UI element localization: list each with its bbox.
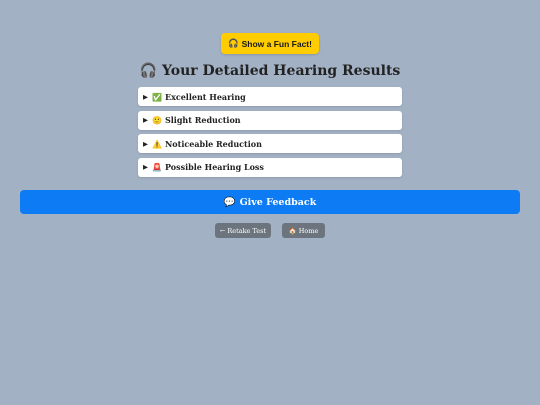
fun-fact-button-label: Show a Fun Fact!: [241, 38, 312, 49]
siren-icon: 🚨: [152, 162, 162, 172]
home-button-label: Home: [298, 226, 319, 235]
page-title: 🎧 Your Detailed Hearing Results: [0, 62, 540, 80]
result-item-noticeable-reduction[interactable]: ▶ ⚠️ Noticeable Reduction: [138, 134, 402, 153]
expand-arrow-icon: ▶: [143, 92, 148, 101]
headphones-icon: 🎧: [228, 38, 239, 48]
check-mark-icon: ✅: [152, 91, 162, 102]
result-item-label: Slight Reduction: [164, 115, 241, 125]
speech-bubble-icon: 💬: [223, 196, 236, 208]
result-item-slight-reduction[interactable]: ▶ 🙂 Slight Reduction: [138, 110, 402, 130]
expand-arrow-icon: ▶: [143, 139, 148, 148]
arrow-left-icon: ←: [219, 226, 226, 235]
result-item-label: Excellent Hearing: [164, 91, 246, 102]
warning-icon: ⚠️: [152, 138, 162, 149]
feedback-button-label: Give Feedback: [239, 196, 317, 208]
show-fun-fact-button[interactable]: 🎧 Show a Fun Fact!: [221, 33, 319, 54]
result-item-excellent-hearing[interactable]: ▶ ✅ Excellent Hearing: [138, 87, 402, 106]
expand-arrow-icon: ▶: [143, 116, 148, 124]
page-title-text: Your Detailed Hearing Results: [161, 63, 401, 79]
slight-smile-icon: 🙂: [152, 115, 162, 125]
headphones-icon: 🎧: [139, 63, 158, 79]
home-button[interactable]: 🏠 Home: [282, 223, 325, 238]
retake-button-label: Retake Test: [227, 226, 267, 235]
results-list: ▶ ✅ Excellent Hearing ▶ 🙂 Slight Reducti…: [138, 87, 402, 181]
result-item-label: Noticeable Reduction: [164, 138, 262, 149]
result-item-possible-hearing-loss[interactable]: ▶ 🚨 Possible Hearing Loss: [138, 157, 402, 177]
house-icon: 🏠: [288, 226, 297, 235]
result-item-label: Possible Hearing Loss: [164, 162, 264, 172]
expand-arrow-icon: ▶: [143, 163, 148, 171]
give-feedback-button[interactable]: 💬 Give Feedback: [20, 190, 520, 214]
retake-test-button[interactable]: ← Retake Test: [215, 223, 271, 238]
